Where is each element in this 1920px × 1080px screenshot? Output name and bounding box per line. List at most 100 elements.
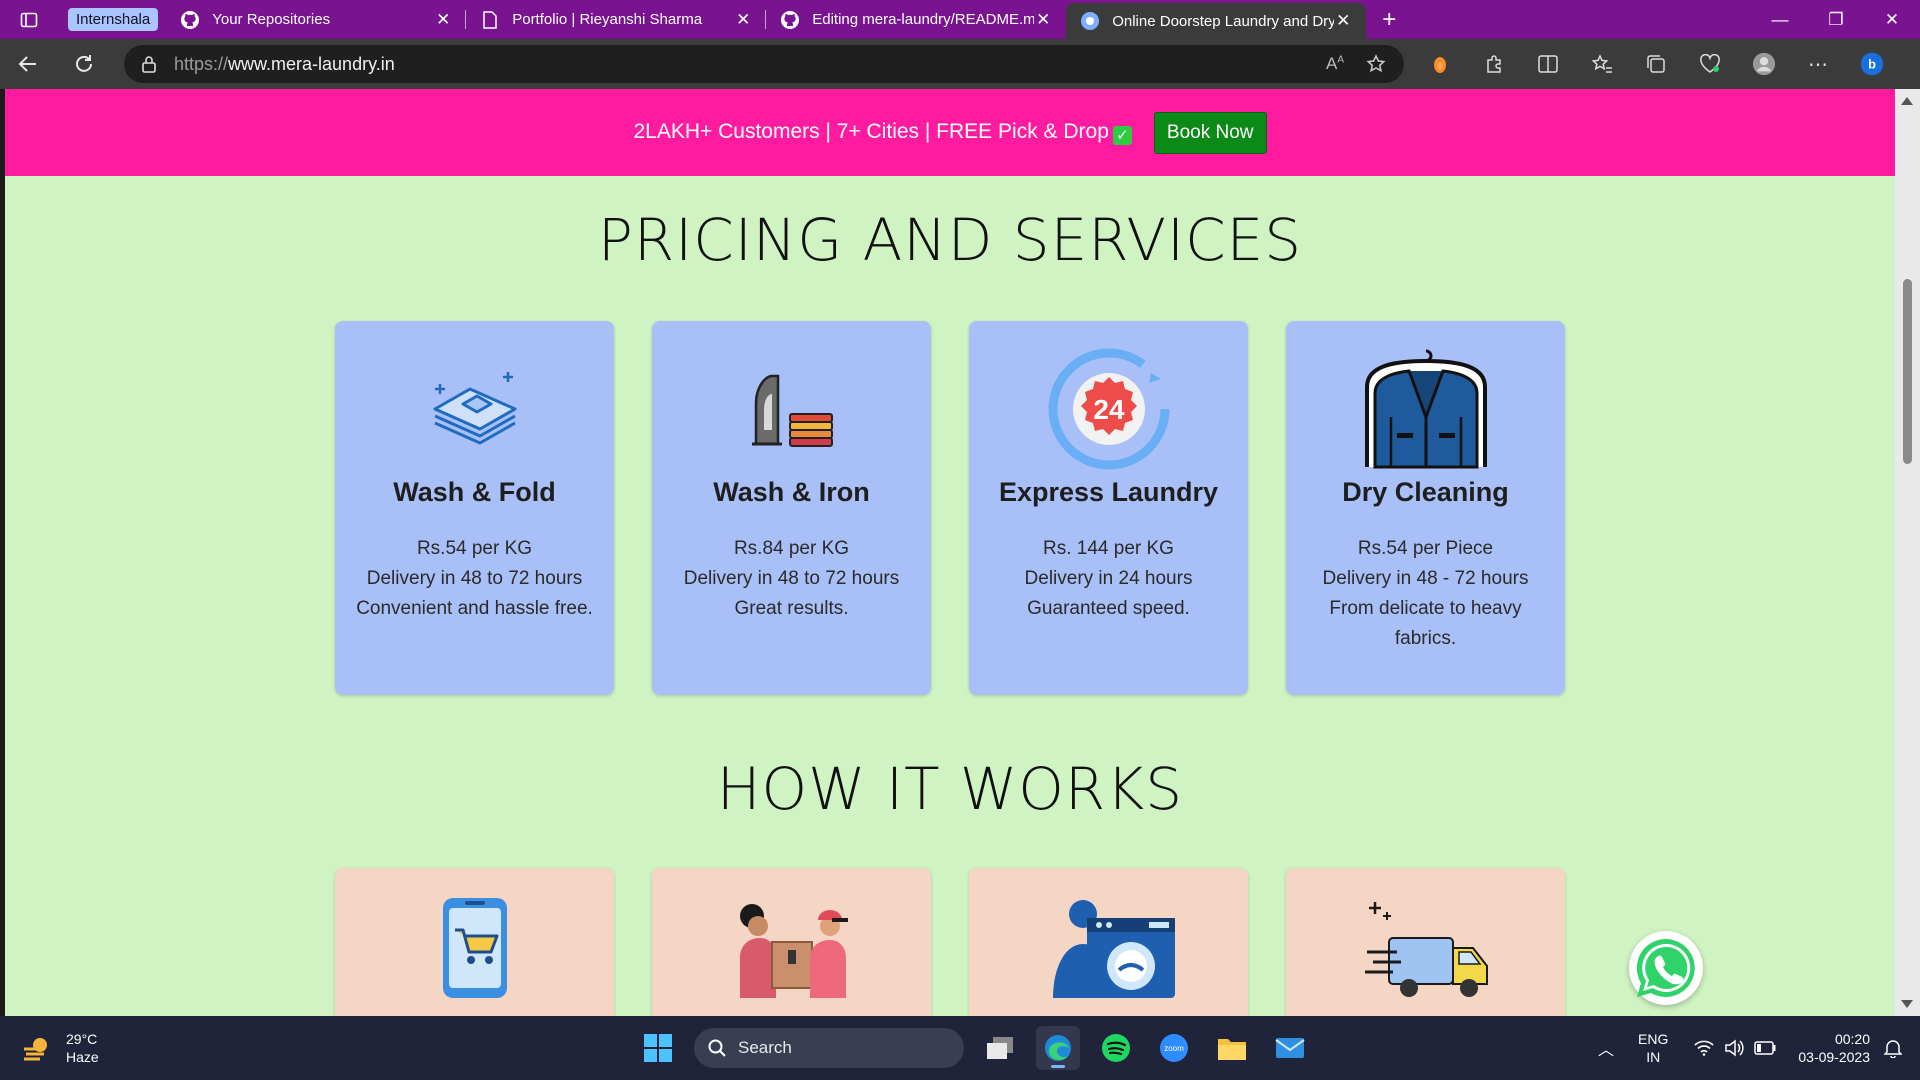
- service-card-wash-fold: Wash & Fold Rs.54 per KG Delivery in 48 …: [335, 321, 614, 695]
- close-tab-icon[interactable]: ✕: [734, 10, 752, 30]
- banner-text: 2LAKH+ Customers | 7+ Cities | FREE Pick…: [633, 120, 1132, 145]
- service-card-express-laundry: 24 Express Laundry Rs. 144 per KG Delive…: [969, 321, 1248, 695]
- taskbar-search[interactable]: Search: [694, 1028, 964, 1068]
- bing-copilot-icon[interactable]: b: [1860, 52, 1884, 76]
- back-button[interactable]: [0, 39, 56, 89]
- new-tab-button[interactable]: +: [1366, 6, 1412, 34]
- refresh-icon: [76, 55, 92, 72]
- folded-clothes-icon: [335, 347, 614, 471]
- svg-text:zoom: zoom: [1164, 1044, 1184, 1053]
- service-name: Wash & Iron: [713, 477, 870, 507]
- page-icon: [480, 10, 500, 30]
- read-aloud-icon[interactable]: AA: [1326, 54, 1344, 74]
- taskbar-mail[interactable]: [1268, 1026, 1312, 1070]
- checkmark-icon: ✓: [1112, 126, 1132, 145]
- split-screen-icon[interactable]: [1536, 52, 1560, 76]
- pricing-title: PRICING AND SERVICES: [597, 206, 1303, 274]
- svg-text:b: b: [1868, 57, 1876, 72]
- task-view-button[interactable]: [978, 1026, 1022, 1070]
- volume-icon[interactable]: [1724, 1039, 1744, 1057]
- notification-bell-icon[interactable]: [1884, 1038, 1902, 1058]
- search-icon: [708, 1039, 726, 1057]
- close-tab-icon[interactable]: ✕: [434, 10, 452, 30]
- pricing-cards: Wash & Fold Rs.54 per KG Delivery in 48 …: [5, 321, 1895, 695]
- how-it-works-title: HOW IT WORKS: [716, 755, 1184, 823]
- url-text: https://www.mera-laundry.in: [174, 53, 395, 74]
- web-page: 2LAKH+ Customers | 7+ Cities | FREE Pick…: [5, 89, 1895, 1016]
- page-scrollbar[interactable]: [1895, 89, 1920, 1016]
- service-details: Rs.84 per KG Delivery in 48 to 72 hours …: [683, 538, 900, 619]
- address-toolbar: https://www.mera-laundry.in AA ⋯ b: [0, 39, 1920, 89]
- minimize-icon[interactable]: —: [1752, 0, 1808, 39]
- book-now-button[interactable]: Book Now: [1153, 111, 1267, 154]
- service-name: Wash & Fold: [393, 477, 556, 507]
- collections-icon[interactable]: [1644, 52, 1668, 76]
- tab-mera-laundry[interactable]: Online Doorstep Laundry and Dry Cleaning…: [1066, 3, 1367, 39]
- task-view-icon: [987, 1037, 1013, 1059]
- close-window-icon[interactable]: ✕: [1864, 0, 1920, 39]
- restore-icon[interactable]: ❐: [1808, 0, 1864, 39]
- tab-editing-readme[interactable]: Editing mera-laundry/README.md ✕: [766, 0, 1066, 39]
- start-button[interactable]: [636, 1026, 680, 1070]
- profile-avatar[interactable]: [1752, 52, 1776, 76]
- mail-icon: [1275, 1038, 1305, 1058]
- close-tab-icon[interactable]: ✕: [1334, 11, 1352, 31]
- tab-portfolio[interactable]: Portfolio | Rieyanshi Sharma ✕: [466, 0, 767, 39]
- step-card-pickup: [652, 868, 931, 1016]
- taskbar-file-explorer[interactable]: [1210, 1026, 1254, 1070]
- address-bar[interactable]: https://www.mera-laundry.in AA: [124, 45, 1404, 83]
- folder-icon: [1218, 1039, 1246, 1060]
- weather-condition: Haze: [66, 1049, 99, 1065]
- delivery-truck-icon: [1364, 902, 1488, 997]
- wifi-icon[interactable]: [1694, 1040, 1714, 1056]
- tab-title: Online Doorstep Laundry and Dry Cleaning: [1112, 12, 1335, 30]
- step-card-order: [335, 868, 614, 1016]
- tab-actions-icon: [20, 12, 38, 27]
- search-label: Search: [738, 1038, 792, 1057]
- browser-essentials-icon[interactable]: [1698, 52, 1722, 76]
- haze-sun-icon: [24, 1038, 47, 1061]
- weather-widget[interactable]: 29°C Haze: [22, 1030, 99, 1066]
- extensions-puzzle-icon[interactable]: [1482, 52, 1506, 76]
- scrollbar-thumb[interactable]: [1903, 279, 1912, 464]
- scroll-up-arrow-icon[interactable]: [1901, 97, 1913, 105]
- taskbar-spotify[interactable]: [1094, 1026, 1138, 1070]
- scroll-down-arrow-icon[interactable]: [1901, 1000, 1913, 1008]
- show-hidden-icons-chevron-up-icon[interactable]: ︿: [1598, 1036, 1614, 1060]
- tab-actions-button[interactable]: [0, 0, 58, 39]
- svg-text:24: 24: [1093, 394, 1125, 425]
- close-tab-icon[interactable]: ✕: [1034, 10, 1052, 30]
- taskbar-edge[interactable]: [1036, 1026, 1080, 1070]
- windows-taskbar: 29°C Haze Search zoom ︿ ENG IN 00:20 03-…: [0, 1016, 1920, 1080]
- tab-group-label[interactable]: Internshala: [68, 8, 159, 31]
- windows-logo-icon: [644, 1034, 672, 1062]
- more-options-icon[interactable]: ⋯: [1806, 52, 1830, 76]
- whatsapp-chat-button[interactable]: [1629, 931, 1703, 1005]
- refresh-button[interactable]: [56, 39, 112, 89]
- favorite-star-icon[interactable]: [1366, 54, 1386, 74]
- system-tray: ︿ ENG IN 00:20 03-09-2023: [1598, 1016, 1920, 1080]
- github-icon: [180, 10, 200, 30]
- service-details: Rs. 144 per KG Delivery in 24 hours Guar…: [1024, 538, 1193, 619]
- tab-title: Portfolio | Rieyanshi Sharma: [512, 11, 703, 28]
- how-it-works-cards: [5, 868, 1895, 1016]
- promo-banner: 2LAKH+ Customers | 7+ Cities | FREE Pick…: [5, 89, 1895, 176]
- extension-orange-icon[interactable]: [1428, 52, 1452, 76]
- system-clock[interactable]: 00:20 03-09-2023: [1798, 1030, 1870, 1066]
- service-card-wash-iron: Wash & Iron Rs.84 per KG Delivery in 48 …: [652, 321, 931, 695]
- washing-machine-icon: [1052, 900, 1175, 998]
- favorites-icon[interactable]: [1590, 52, 1614, 76]
- service-details: Rs.54 per Piece Delivery in 48 - 72 hour…: [1322, 538, 1529, 649]
- service-card-dry-cleaning: Dry Cleaning Rs.54 per Piece Delivery in…: [1286, 321, 1565, 695]
- step-card-wash: [969, 868, 1248, 1016]
- tab-your-repositories[interactable]: Your Repositories ✕: [166, 0, 467, 39]
- step-card-delivery: [1286, 868, 1565, 1016]
- laundry-site-icon: [1080, 11, 1100, 31]
- github-icon: [780, 10, 800, 30]
- browser-tab-bar: Internshala Your Repositories ✕ Portfoli…: [0, 0, 1920, 39]
- battery-icon[interactable]: [1754, 1041, 1776, 1055]
- taskbar-zoom[interactable]: zoom: [1152, 1026, 1196, 1070]
- service-name: Express Laundry: [998, 477, 1219, 507]
- tab-title: Your Repositories: [212, 11, 331, 28]
- language-indicator[interactable]: ENG IN: [1638, 1030, 1668, 1066]
